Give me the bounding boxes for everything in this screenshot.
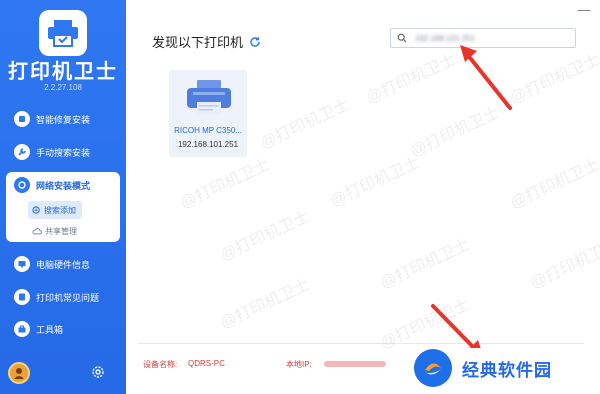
sidebar-item-label: 打印机常见问题	[36, 292, 100, 303]
minimize-button[interactable]: —	[576, 2, 592, 18]
sidebar-item-toolbox[interactable]: 工具箱	[0, 314, 126, 344]
watermark: @打印机卫士	[407, 104, 503, 161]
sidebar-item-smart-repair[interactable]: 智能修复安装	[0, 104, 126, 134]
printer-ip: 192.168.101.251	[177, 140, 239, 149]
search-input[interactable]: 192.168.101.251	[390, 28, 576, 48]
search-plus-icon	[32, 205, 40, 214]
sidebar-item-network-install[interactable]: 网络安装模式 搜索添加 共享管理	[6, 172, 120, 242]
app-logo	[39, 10, 87, 56]
sidebar-item-label: 网络安装模式	[36, 180, 91, 191]
cloud-icon	[32, 228, 42, 235]
sidebar-item-label: 智能修复安装	[36, 114, 91, 125]
sub-item-share-manage[interactable]: 共享管理	[28, 222, 83, 240]
watermark: @打印机卫士	[217, 276, 313, 333]
watermark: @打印机卫士	[507, 51, 600, 108]
watermark: @打印机卫士	[507, 156, 600, 213]
watermark: @打印机卫士	[377, 236, 473, 293]
site-logo-icon	[414, 349, 452, 387]
site-badge-text: 经典软件园	[462, 360, 552, 380]
search-value: 192.168.101.251	[415, 33, 476, 43]
wrench-icon	[14, 144, 30, 160]
device-name-label: 设备名称:	[143, 360, 178, 369]
watermark: @打印机卫士	[257, 96, 353, 153]
sidebar: 打印机卫士 2.2.27.108 智能修复安装 手动搜索安装 网络安装模式 搜索…	[0, 0, 126, 394]
sub-item-label: 共享管理	[45, 226, 77, 236]
network-install-header[interactable]: 网络安装模式	[6, 172, 120, 198]
sidebar-item-label: 工具箱	[36, 324, 64, 335]
local-ip-value-blurred	[324, 361, 386, 367]
local-ip-label: 本地IP:	[286, 360, 312, 369]
footer-divider	[138, 343, 584, 344]
network-icon	[14, 177, 30, 193]
printer-card[interactable]: RICOH MP C350... 192.168.101.251	[169, 70, 247, 157]
monitor-icon	[14, 256, 30, 272]
site-badge: 经典软件园	[408, 348, 586, 388]
watermark: @打印机卫士	[527, 236, 600, 293]
page-title-text: 发现以下打印机	[152, 35, 244, 50]
sidebar-item-faq[interactable]: 打印机常见问题	[0, 282, 126, 312]
printer-name: RICOH MP C350...	[174, 126, 242, 135]
sidebar-item-label: 手动搜索安装	[36, 147, 91, 158]
refresh-icon[interactable]	[249, 36, 261, 48]
printer-logo-icon	[48, 20, 78, 47]
watermark: @打印机卫士	[177, 156, 273, 213]
sub-item-label: 搜索添加	[44, 205, 76, 215]
wrench-shield-icon	[14, 111, 30, 127]
search-icon	[397, 33, 407, 43]
printer-icon	[187, 80, 231, 114]
sidebar-item-label: 电脑硬件信息	[36, 259, 91, 270]
question-icon	[14, 289, 30, 305]
app-title: 打印机卫士	[8, 61, 118, 83]
watermark: @打印机卫士	[363, 51, 459, 108]
avatar-icon	[14, 368, 24, 379]
sub-item-search-add[interactable]: 搜索添加	[28, 201, 82, 219]
page-title: 发现以下打印机	[152, 32, 261, 51]
user-avatar[interactable]	[8, 362, 30, 384]
gear-icon[interactable]	[90, 364, 106, 380]
watermark: @打印机卫士	[327, 154, 423, 211]
watermark: @打印机卫士	[217, 208, 313, 265]
sidebar-item-manual-search[interactable]: 手动搜索安装	[0, 137, 126, 167]
toolbox-icon	[14, 321, 30, 337]
main-panel: — 发现以下打印机 192.168.101.251 RICOH MP C350.…	[126, 0, 600, 394]
app-version: 2.2.27.108	[44, 83, 82, 92]
device-name-value: QDRS-PC	[188, 359, 225, 368]
sidebar-item-hardware-info[interactable]: 电脑硬件信息	[0, 249, 126, 279]
